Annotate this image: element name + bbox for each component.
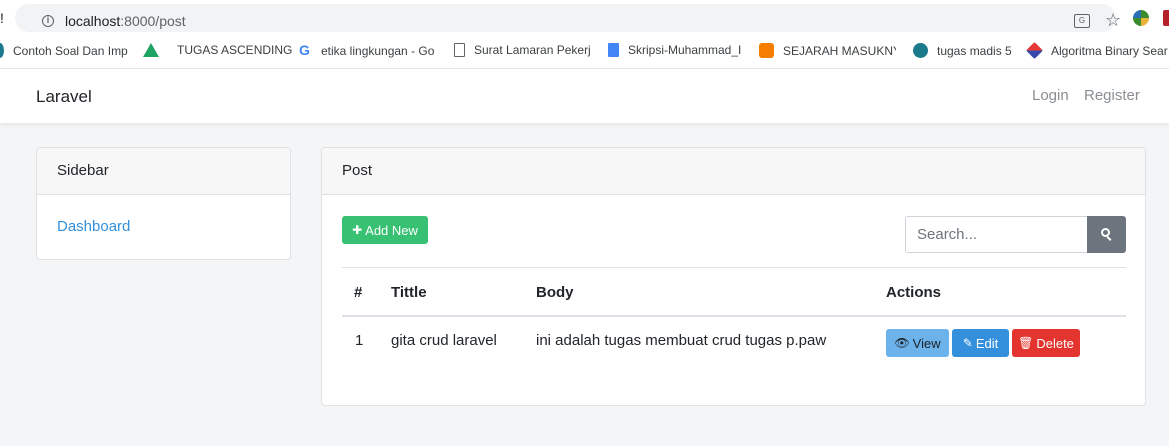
post-header: Post: [322, 148, 1145, 195]
bookmark-item[interactable]: Skripsi-Muhammad_I: [606, 43, 741, 57]
address-bar[interactable]: i localhost:8000/post G ☆: [15, 4, 1121, 32]
search-icon: [1101, 228, 1110, 237]
sidebar-item-dashboard[interactable]: Dashboard: [57, 218, 130, 235]
row-number: 1: [355, 332, 364, 349]
column-header-body: Body: [536, 284, 574, 301]
google-docs-icon: [608, 43, 619, 57]
table-top-border: [342, 267, 1126, 268]
row-title: gita crud laravel: [391, 332, 497, 349]
search-input[interactable]: [905, 216, 1087, 253]
url-text[interactable]: localhost:8000/post: [65, 13, 186, 29]
navbar-brand[interactable]: Laravel: [36, 87, 92, 107]
google-drive-icon: [143, 43, 159, 57]
register-link[interactable]: Register: [1084, 87, 1140, 104]
delete-button[interactable]: 🗑 Delete: [1012, 329, 1080, 357]
sidebar-card: Sidebar Dashboard: [36, 147, 291, 260]
bookmark-item[interactable]: Contoh Soal Dan Imp: [0, 43, 128, 58]
edit-button[interactable]: ✎ Edit: [952, 329, 1009, 357]
sidebar-header: Sidebar: [37, 148, 290, 195]
post-card: Post ✚ Add New # Tittle Body Actions 1 g…: [321, 147, 1146, 406]
site-info-icon[interactable]: i: [42, 15, 54, 27]
row-body: ini adalah tugas membuat crud tugas p.pa…: [536, 332, 827, 349]
eye-icon: 👁: [894, 336, 910, 350]
app-navbar: Laravel Login Register: [0, 68, 1169, 123]
bookmark-item[interactable]: G etika lingkungan - Go: [297, 43, 435, 58]
table-header-border: [342, 315, 1126, 317]
add-new-button[interactable]: ✚ Add New: [342, 216, 428, 244]
document-icon: [454, 43, 465, 57]
browser-chrome: ! i localhost:8000/post G ☆ Contoh Soal …: [0, 0, 1169, 68]
bookmark-item[interactable]: tugas madis 5: [913, 43, 1027, 58]
add-new-label: Add New: [365, 222, 418, 238]
login-link[interactable]: Login: [1032, 87, 1069, 104]
translate-icon[interactable]: G: [1074, 14, 1090, 28]
bookmark-item[interactable]: TUGAS ASCENDING |: [143, 43, 295, 57]
search-button[interactable]: [1087, 216, 1126, 253]
edit-icon: ✎: [962, 336, 973, 350]
trash-icon: 🗑: [1018, 336, 1034, 350]
bookmark-star-icon[interactable]: ☆: [1105, 10, 1121, 31]
globe-icon: [0, 43, 4, 58]
bookmark-item[interactable]: SEJARAH MASUKNYA: [759, 43, 896, 58]
globe-icon: [913, 43, 928, 58]
view-button[interactable]: 👁 View: [886, 329, 949, 357]
extension-icon-2[interactable]: [1163, 10, 1169, 26]
column-header-number: #: [354, 284, 363, 301]
diamond-icon: [1026, 42, 1043, 59]
column-header-actions: Actions: [886, 284, 942, 301]
bookmark-item[interactable]: Algoritma Binary Sear: [1026, 42, 1169, 59]
extension-icon[interactable]: [1133, 10, 1149, 26]
blogger-icon: [759, 43, 774, 58]
column-header-title: Tittle: [391, 284, 427, 301]
google-icon: G: [299, 42, 310, 58]
back-icon[interactable]: !: [0, 10, 4, 26]
bookmark-item[interactable]: Surat Lamaran Pekerj: [452, 43, 590, 57]
bookmarks-bar: Contoh Soal Dan Imp TUGAS ASCENDING | G …: [0, 38, 1169, 62]
plus-icon: ✚: [352, 223, 363, 237]
